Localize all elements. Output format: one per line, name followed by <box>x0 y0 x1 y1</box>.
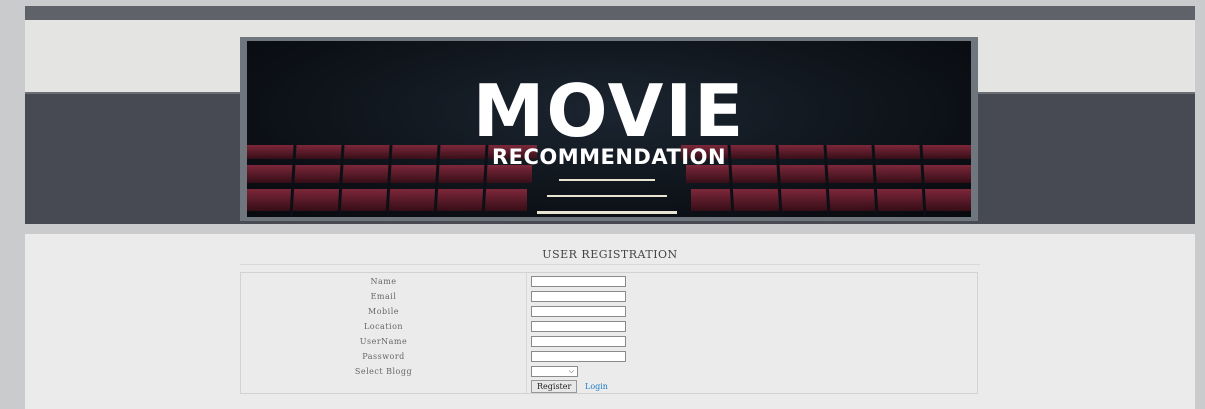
register-button[interactable]: Register <box>531 380 578 393</box>
form-row-name: Name <box>241 274 977 289</box>
chevron-down-icon: ⌵ <box>568 367 574 375</box>
email-field[interactable] <box>531 291 626 302</box>
username-label: UserName <box>359 337 408 346</box>
banner-subtitle: RECOMMENDATION <box>491 145 727 169</box>
select-blogg-dropdown[interactable]: ⌵ <box>531 366 578 377</box>
movie-banner: MOVIE RECOMMENDATION <box>247 41 971 217</box>
registration-form: Name Email Mobile Location UserName Pass… <box>240 272 978 394</box>
name-label: Name <box>370 277 397 286</box>
form-row-email: Email <box>241 289 977 304</box>
banner-frame: MOVIE RECOMMENDATION <box>240 37 978 221</box>
form-row-location: Location <box>241 319 977 334</box>
title-divider <box>240 264 980 265</box>
registration-section: USER REGISTRATION Name Email Mobile Loca… <box>25 234 1195 409</box>
mobile-field[interactable] <box>531 306 626 317</box>
top-strip <box>25 6 1195 20</box>
password-field[interactable] <box>531 351 626 362</box>
select-blogg-label: Select Blogg <box>354 367 413 376</box>
form-row-password: Password <box>241 349 977 364</box>
location-field[interactable] <box>531 321 626 332</box>
email-label: Email <box>370 292 397 301</box>
password-label: Password <box>362 352 405 361</box>
form-row-select-blogg: Select Blogg ⌵ <box>241 364 977 379</box>
form-row-actions: Register Login <box>241 379 977 394</box>
username-field[interactable] <box>531 336 626 347</box>
form-row-mobile: Mobile <box>241 304 977 319</box>
form-row-username: UserName <box>241 334 977 349</box>
name-field[interactable] <box>531 276 626 287</box>
page-title: USER REGISTRATION <box>542 248 678 261</box>
mobile-label: Mobile <box>368 307 399 316</box>
login-link[interactable]: Login <box>585 379 608 394</box>
banner-title: MOVIE <box>472 69 746 153</box>
location-label: Location <box>363 322 404 331</box>
